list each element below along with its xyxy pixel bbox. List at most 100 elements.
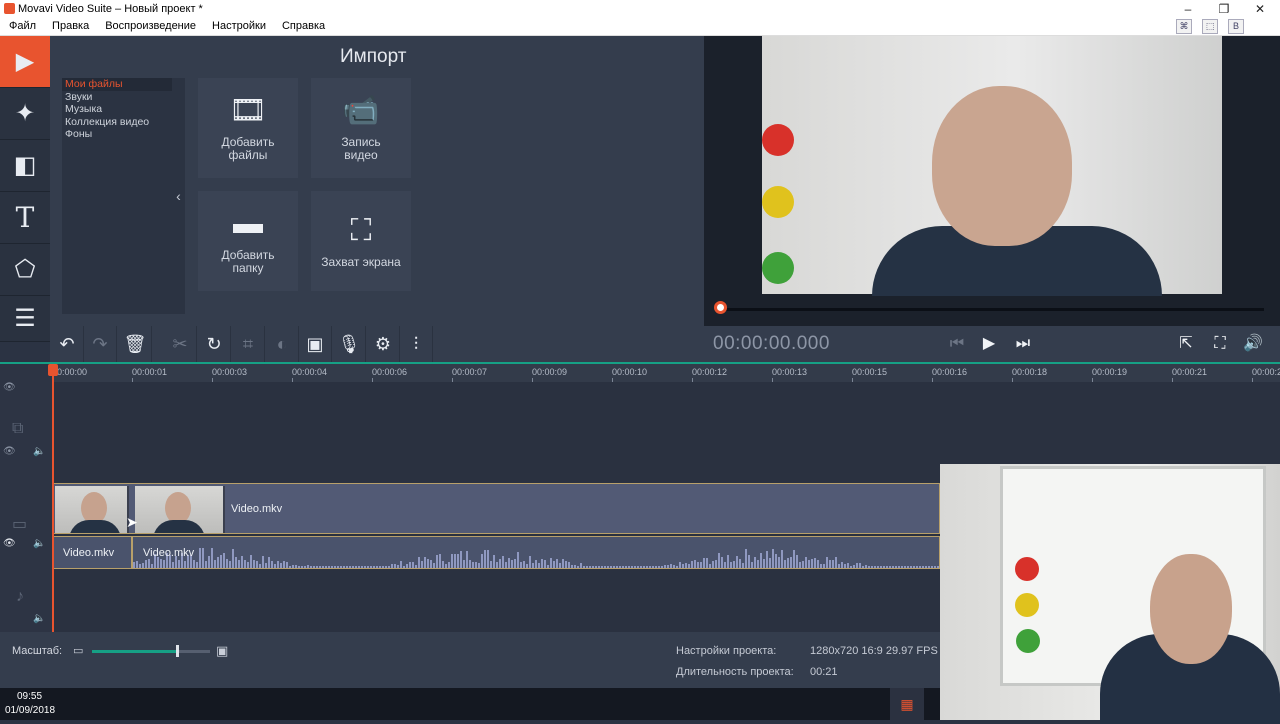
category-my-files[interactable]: Мои файлы (62, 78, 172, 91)
collapse-categories-button[interactable]: ‹ (172, 78, 185, 314)
video-clip-name: Video.mkv (231, 503, 283, 515)
ruler-tick-label: 00:00:15 (852, 367, 888, 377)
eye-icon[interactable]: 👁 (3, 382, 16, 393)
add-files-tile[interactable]: 🎞 Добавить файлы (198, 78, 298, 178)
equalizer-button[interactable]: ⫶ (400, 326, 433, 362)
waveform-bar (265, 563, 267, 568)
waveform-bar (262, 556, 264, 568)
delete-button[interactable]: 🗑 (119, 326, 152, 362)
waveform-bar (613, 566, 615, 568)
video-clip[interactable]: Video.mkv (52, 483, 940, 534)
waveform-bar (367, 566, 369, 568)
play-icon: ▶ (982, 335, 996, 352)
tray-icon-2[interactable]: ⬚ (1202, 19, 1218, 34)
previous-frame-button[interactable]: ⏮ (941, 326, 973, 362)
stickers-tool[interactable]: ⬠ (0, 244, 50, 296)
menu-edit[interactable]: Правка (43, 18, 96, 32)
waveform-bar (526, 564, 528, 568)
waveform-bar (616, 566, 618, 568)
screen-capture-tile[interactable]: ⛶ Захват экрана (311, 191, 411, 291)
tray-icon-1[interactable]: ⌘ (1176, 19, 1192, 34)
waveform-bar (772, 549, 774, 568)
audio-clip[interactable]: Video.mkv Video.mkv (52, 536, 941, 569)
redo-button[interactable]: ↷ (84, 326, 117, 362)
project-settings-label: Настройки проекта: (676, 645, 777, 657)
waveform-bar (703, 558, 705, 568)
category-video-collection[interactable]: Коллекция видео (62, 116, 172, 129)
next-frame-button[interactable]: ⏭ (1007, 326, 1039, 362)
overlay-visibility-icon[interactable]: 👁 (3, 446, 16, 457)
cut-button[interactable]: ✂ (164, 326, 197, 362)
waveform-bar (328, 566, 330, 568)
waveform-bar (436, 555, 438, 568)
import-video-tool[interactable]: ▶ (0, 36, 50, 88)
video-mute-icon[interactable]: 🔈 (33, 538, 45, 549)
project-settings-value[interactable]: 1280x720 16:9 29.97 FPS (810, 645, 938, 657)
waveform-bar (778, 557, 780, 568)
menu-help[interactable]: Справка (273, 18, 332, 32)
record-video-tile[interactable]: 📹 Запись видео (311, 78, 411, 178)
zoom-out-icon[interactable]: ▭ (73, 644, 83, 657)
color-adjust-button[interactable]: ◐ (266, 326, 299, 362)
tray-icon-3[interactable]: В (1228, 19, 1244, 34)
waveform-bar (574, 565, 576, 568)
waveform-bar (697, 562, 699, 568)
clip-properties-button[interactable]: ⚙ (367, 326, 400, 362)
category-backgrounds[interactable]: Фоны (62, 128, 172, 141)
zoom-slider-handle[interactable] (175, 645, 179, 657)
export-button[interactable]: ⇱ (1170, 326, 1202, 362)
playhead[interactable] (52, 364, 54, 632)
fullscreen-button[interactable]: ⛶ (1204, 326, 1236, 362)
waveform-bar (331, 566, 333, 568)
waveform-bar (361, 566, 363, 568)
add-folder-label: Добавить папку (221, 248, 275, 275)
waveform-bar (313, 566, 315, 568)
waveform-bar (238, 560, 240, 568)
minimize-button[interactable]: – (1170, 0, 1206, 18)
waveform-bar (520, 562, 522, 568)
music-mute-icon[interactable]: 🔈 (33, 613, 45, 624)
waveform-bar (412, 562, 414, 568)
playback-progress-bar[interactable] (720, 308, 1264, 311)
waveform-bar (604, 566, 606, 568)
restore-button[interactable]: ❐ (1206, 0, 1242, 18)
clip-split-marker (131, 537, 133, 568)
play-button[interactable]: ▶ (973, 326, 1005, 362)
undo-button[interactable]: ↶ (51, 326, 84, 362)
menu-playback[interactable]: Воспроизведение (96, 18, 203, 32)
menu-file[interactable]: Файл (0, 18, 43, 32)
image-button[interactable]: ▣ (299, 326, 332, 362)
titles-tool[interactable]: T (0, 192, 50, 244)
preview-video[interactable] (762, 36, 1222, 296)
waveform-bar (319, 566, 321, 568)
transitions-tool[interactable]: ◧ (0, 140, 50, 192)
rotate-button[interactable]: ↻ (198, 326, 231, 362)
time-ruler[interactable]: 00:00:00 00:00:01 00:00:03 00:00:04 00:00:06… (52, 364, 1280, 382)
close-button[interactable]: ✕ (1242, 0, 1278, 18)
category-sounds[interactable]: Звуки (62, 91, 172, 104)
category-music[interactable]: Музыка (62, 103, 172, 116)
add-folder-tile[interactable]: ▬ Добавить папку (198, 191, 298, 291)
video-visibility-icon[interactable]: 👁 (3, 538, 16, 549)
waveform-bar (739, 559, 741, 568)
volume-button[interactable]: 🔊 (1237, 326, 1269, 362)
record-audio-button[interactable]: 🎙 (333, 326, 366, 362)
waveform-bar (631, 566, 633, 568)
waveform-bar (334, 566, 336, 568)
waveform-bar (634, 566, 636, 568)
waveform-bar (595, 566, 597, 568)
waveform-bar (160, 559, 162, 568)
waveform-bar (292, 565, 294, 568)
zoom-in-icon[interactable]: ▣ (216, 643, 228, 659)
waveform-bar (502, 556, 504, 568)
more-tools[interactable]: ☰ (0, 296, 50, 342)
waveform-bar (547, 565, 549, 568)
crop-button[interactable]: ⌗ (232, 326, 265, 362)
playback-progress-knob[interactable] (714, 301, 727, 314)
zoom-slider-track[interactable] (92, 650, 210, 653)
movavi-taskbar-icon[interactable]: ▦ (890, 688, 924, 720)
menu-settings[interactable]: Настройки (203, 18, 273, 32)
waveform-bar (385, 566, 387, 568)
overlay-mute-icon[interactable]: 🔈 (33, 446, 45, 457)
filters-tool[interactable]: ✦ (0, 88, 50, 140)
